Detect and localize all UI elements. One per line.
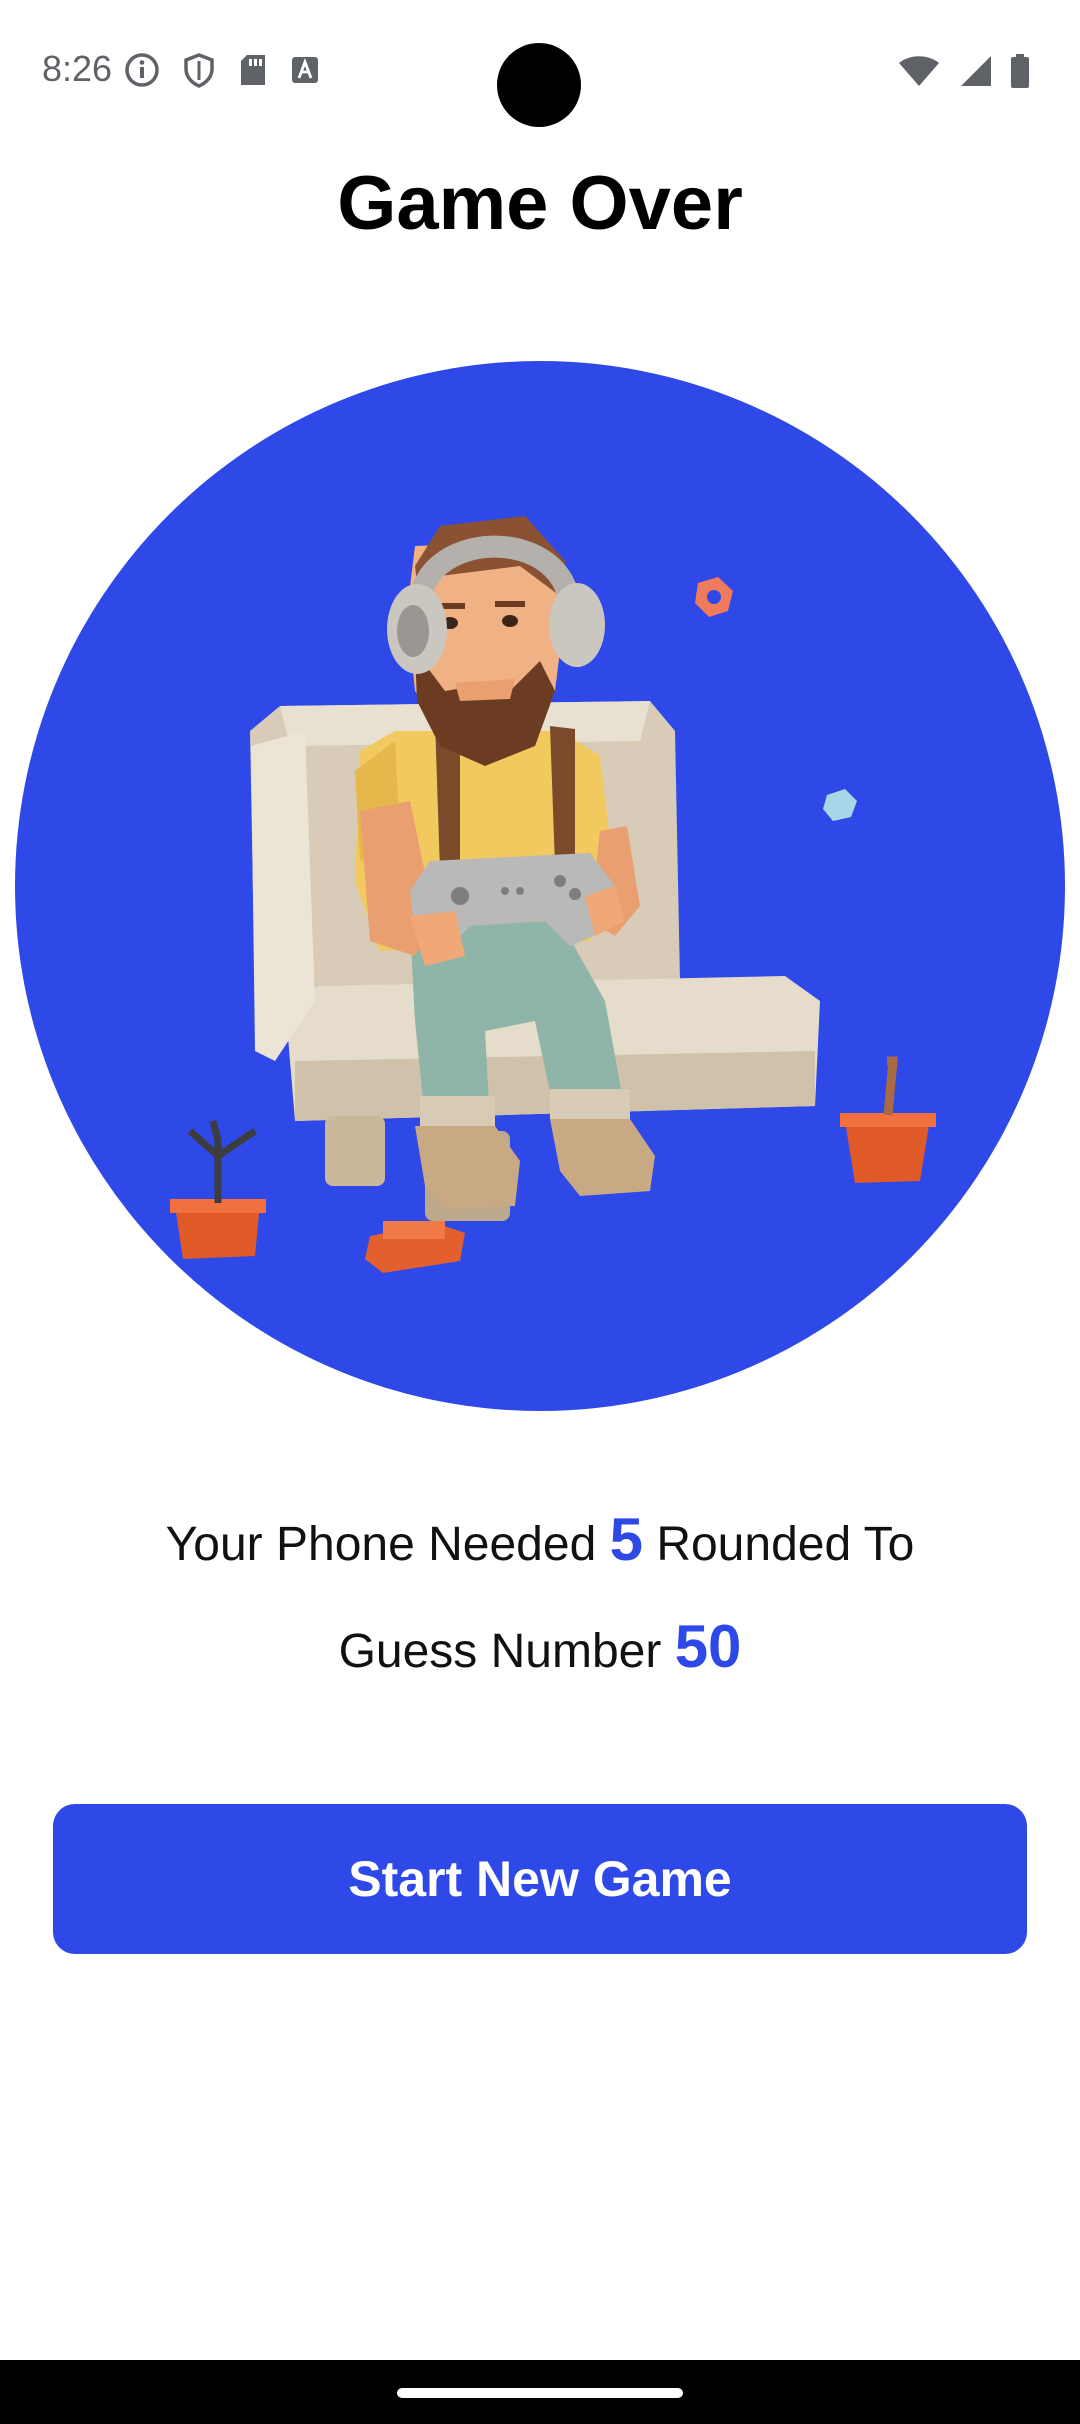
result-prefix-2: Guess Number: [338, 1625, 675, 1678]
hero-illustration: [15, 361, 1065, 1411]
home-indicator[interactable]: [397, 2388, 683, 2398]
start-new-game-button[interactable]: Start New Game: [53, 1804, 1027, 1954]
gamer-illustration: [170, 516, 936, 1273]
result-line-2: Guess Number 50: [0, 1612, 1080, 1681]
result-prefix-1: Your Phone Needed: [165, 1518, 610, 1571]
guess-number: 50: [674, 1613, 742, 1680]
info-icon: [125, 53, 159, 87]
floating-cube: [823, 789, 857, 821]
status-bar: 8:26: [0, 0, 1080, 140]
battery-icon: [1011, 54, 1029, 88]
status-icons-right: [898, 54, 1030, 88]
result-line-1: Your Phone Needed 5 Rounded To: [0, 1505, 1080, 1574]
status-icons-left: [124, 52, 320, 88]
status-time: 8:26: [42, 48, 113, 89]
camera-cutout: [497, 43, 581, 127]
page-title: Game Over: [337, 161, 743, 246]
sd-card-icon: [241, 55, 265, 85]
plant-pot-right: [845, 1119, 930, 1183]
shield-icon: [184, 53, 214, 88]
rounds-count: 5: [609, 1506, 643, 1573]
keyboard-a-icon: [292, 57, 318, 83]
signal-icon: [961, 56, 991, 86]
result-suffix-1: Rounded To: [642, 1518, 915, 1571]
wifi-icon: [899, 56, 939, 86]
